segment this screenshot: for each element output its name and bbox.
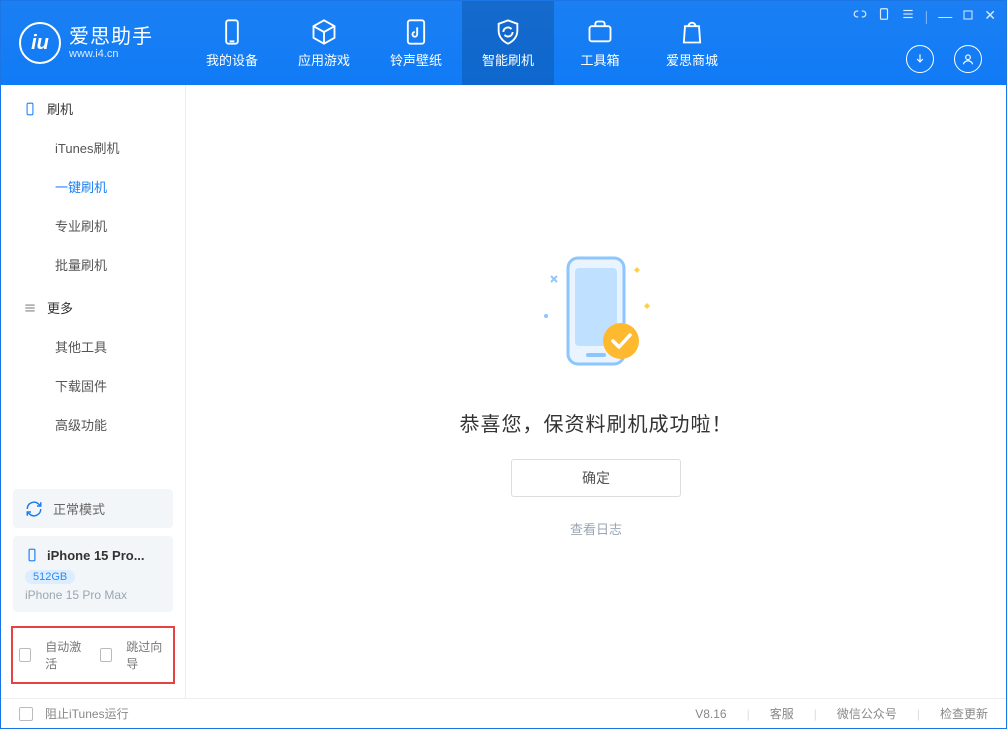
main-content: 恭喜您，保资料刷机成功啦！ 确定 查看日志 [186, 85, 1006, 698]
window-controls: | — ✕ [853, 7, 996, 24]
sidebar-item-itunes[interactable]: iTunes刷机 [1, 128, 185, 167]
sidebar-item-advanced[interactable]: 高级功能 [1, 405, 185, 444]
bag-icon [678, 18, 706, 46]
download-icon [913, 52, 927, 66]
device-name: iPhone 15 Pro... [47, 548, 145, 563]
wechat-link[interactable]: 微信公众号 [837, 705, 897, 722]
nav-store[interactable]: 爱思商城 [646, 1, 738, 85]
device-model: iPhone 15 Pro Max [25, 588, 161, 602]
device-card[interactable]: iPhone 15 Pro... 512GB iPhone 15 Pro Max [13, 536, 173, 612]
nav-flash-label: 智能刷机 [482, 50, 534, 69]
block-itunes-checkbox[interactable] [19, 707, 33, 721]
user-icon [961, 52, 975, 66]
auto-activate-label: 自动激活 [45, 638, 86, 672]
nav-toolbox-label: 工具箱 [580, 50, 619, 69]
refresh-icon [25, 500, 43, 518]
account-button[interactable] [954, 45, 982, 73]
nav-ringtone[interactable]: 铃声壁纸 [370, 1, 462, 85]
close-button[interactable]: ✕ [984, 7, 996, 24]
highlighted-option-row: 自动激活 跳过向导 [11, 626, 175, 684]
sidebar-item-oneclick[interactable]: 一键刷机 [1, 167, 185, 206]
support-link[interactable]: 客服 [770, 705, 794, 722]
sidebar-item-firmware[interactable]: 下载固件 [1, 366, 185, 405]
check-update-link[interactable]: 检查更新 [940, 705, 988, 722]
skip-guide-label: 跳过向导 [126, 638, 167, 672]
nav-mydevice[interactable]: 我的设备 [186, 1, 278, 85]
block-itunes-label: 阻止iTunes运行 [45, 705, 129, 722]
screenshot-icon[interactable] [877, 7, 891, 24]
briefcase-icon [586, 18, 614, 46]
logo-icon: iu [19, 22, 61, 64]
sidebar-item-batch[interactable]: 批量刷机 [1, 245, 185, 284]
nav-toolbox[interactable]: 工具箱 [554, 1, 646, 85]
minimize-button[interactable]: — [938, 8, 952, 24]
section-more-label: 更多 [47, 298, 73, 317]
version-text: V8.16 [695, 707, 726, 721]
link-icon[interactable] [853, 7, 867, 24]
ok-button[interactable]: 确定 [511, 459, 681, 497]
cube-icon [310, 18, 338, 46]
menu-icon[interactable] [901, 7, 915, 24]
nav-store-label: 爱思商城 [666, 50, 718, 69]
app-title: 爱思助手 [69, 27, 153, 48]
device-mode-card[interactable]: 正常模式 [13, 489, 173, 528]
device-icon [23, 102, 37, 116]
device-storage-badge: 512GB [25, 570, 75, 584]
sidebar-item-pro[interactable]: 专业刷机 [1, 206, 185, 245]
shield-refresh-icon [494, 18, 522, 46]
download-button[interactable] [906, 45, 934, 73]
phone-small-icon [25, 546, 39, 564]
skip-guide-checkbox[interactable] [100, 648, 112, 662]
app-subtitle: www.i4.cn [69, 48, 153, 60]
status-bar: 阻止iTunes运行 V8.16 | 客服 | 微信公众号 | 检查更新 [1, 698, 1006, 728]
section-flash-label: 刷机 [47, 99, 73, 118]
sidebar: 刷机 iTunes刷机 一键刷机 专业刷机 批量刷机 更多 其他工具 下载固件 … [1, 85, 186, 698]
logo-block: iu 爱思助手 www.i4.cn [1, 1, 186, 85]
sidebar-item-other[interactable]: 其他工具 [1, 327, 185, 366]
phone-icon [218, 18, 246, 46]
section-more: 更多 [1, 284, 185, 327]
maximize-button[interactable] [962, 8, 974, 24]
view-log-link[interactable]: 查看日志 [570, 519, 622, 538]
menu-icon [23, 301, 37, 315]
nav-apps-label: 应用游戏 [298, 50, 350, 69]
auto-activate-checkbox[interactable] [19, 648, 31, 662]
app-header: iu 爱思助手 www.i4.cn 我的设备 应用游戏 铃声壁纸 智能刷机 工具… [1, 1, 1006, 85]
nav-ringtone-label: 铃声壁纸 [390, 50, 442, 69]
section-flash: 刷机 [1, 85, 185, 128]
success-phone-illustration [526, 246, 666, 386]
nav-mydevice-label: 我的设备 [206, 50, 258, 69]
nav-flash[interactable]: 智能刷机 [462, 1, 554, 85]
nav-apps[interactable]: 应用游戏 [278, 1, 370, 85]
music-file-icon [402, 18, 430, 46]
success-title: 恭喜您，保资料刷机成功啦！ [460, 408, 733, 437]
device-mode-label: 正常模式 [53, 499, 105, 518]
